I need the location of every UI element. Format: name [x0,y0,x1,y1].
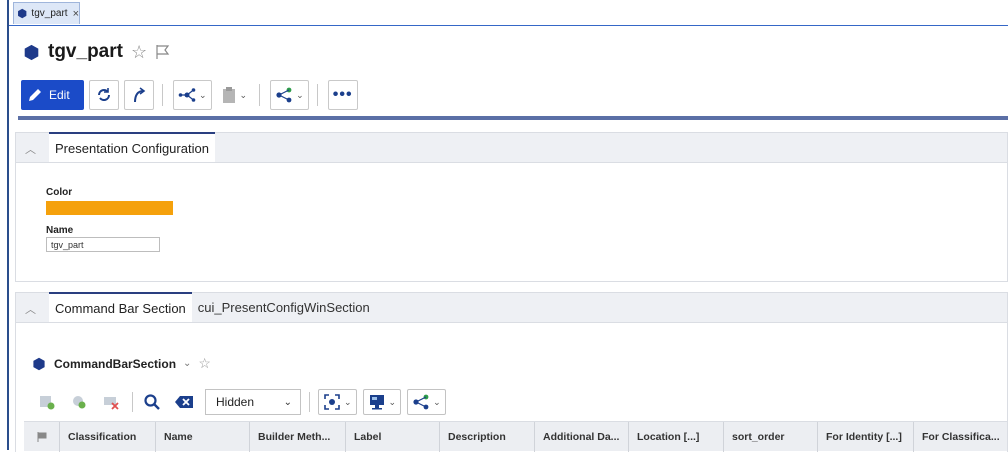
tab-command-bar-section[interactable]: Command Bar Section [49,292,192,322]
favorite-star-icon[interactable]: ☆ [198,355,211,372]
undo-link-button[interactable] [124,80,154,110]
chevron-down-icon: ⌄ [296,89,304,100]
focus-icon [324,394,340,410]
monitor-icon [369,395,384,410]
column-header[interactable]: For Classifica... [914,422,1004,452]
toolbar-separator [162,84,163,106]
flag-icon[interactable] [155,44,171,60]
share-nodes-icon [276,87,292,103]
favorite-star-icon[interactable]: ☆ [131,42,147,63]
collapse-chevron-icon[interactable]: ︿ [25,301,36,317]
toolbar-separator [316,84,318,106]
visibility-select-value: Hidden [216,395,255,409]
arc-arrow-icon [134,87,146,103]
structure-menu-button[interactable]: ⌄ [173,80,212,110]
hexagon-icon [33,357,45,370]
window-left-border [7,0,9,450]
command-bar-section-title: CommandBarSection ⌄ ☆ [32,355,211,372]
search-icon [144,394,160,410]
add-row-button[interactable] [36,391,58,413]
clear-icon [175,396,193,408]
tab-presentation-configuration[interactable]: Presentation Configuration [49,132,215,162]
close-tab-icon[interactable]: × [73,8,79,20]
edit-button[interactable]: Edit [21,80,84,110]
clipboard-icon [222,87,235,103]
share-nodes-icon [413,394,429,410]
column-header[interactable]: Builder Meth... [250,421,346,452]
tab-cui-present-config-win-section[interactable]: cui_PresentConfigWinSection [192,292,376,322]
display-menu-button[interactable]: ⌄ [362,389,402,415]
column-header[interactable]: Name [156,421,250,452]
chevron-down-icon[interactable]: ⌄ [183,358,191,369]
column-header[interactable]: Additional Da... [535,421,629,452]
toolbar-separator [309,392,310,412]
column-header[interactable]: Location [...] [629,421,724,452]
chevron-down-icon: ⌄ [199,89,207,100]
flag-icon [37,431,46,442]
delete-row-button[interactable] [100,391,122,413]
view-options-button[interactable]: ⌄ [318,389,357,415]
chevron-down-icon: ⌄ [433,396,441,407]
network-icon [178,88,196,102]
column-header[interactable]: Description [440,421,535,452]
section-object-title: CommandBarSection [54,356,177,371]
page-title: tgv_part [48,41,123,62]
chevron-down-icon: ⌄ [283,396,292,408]
toolbar-separator [259,84,261,106]
row-flag-column[interactable] [24,421,60,452]
document-tab-strip: tgv_part × [9,0,1008,26]
section-header: ︿ Command Bar Section cui_PresentConfigW… [16,292,1007,323]
visibility-select[interactable]: Hidden ⌄ [205,389,301,415]
grid-toolbar: Hidden ⌄ ⌄ ⌄ ⌄ [36,388,452,416]
hexagon-icon [24,44,39,60]
column-header[interactable]: Label [346,421,440,452]
more-actions-button[interactable]: ••• [327,80,358,110]
remove-row-icon [104,397,119,410]
document-tab-label: tgv_part [31,8,68,19]
refresh-icon [98,88,110,101]
page-header: tgv_part ☆ [23,38,171,66]
command-bar-section: ︿ Command Bar Section cui_PresentConfigW… [15,292,1008,452]
collapse-chevron-icon[interactable]: ︿ [25,141,36,157]
refresh-button[interactable] [89,80,119,110]
clipboard-menu-button[interactable]: ⌄ [216,80,252,110]
toolbar-separator [132,392,133,412]
section-header: ︿ Presentation Configuration [16,132,1007,163]
add-child-button[interactable] [68,391,90,413]
column-header[interactable]: Classification [60,421,156,452]
grid-header-row: Classification Name Builder Meth... Labe… [24,421,1007,452]
pencil-icon [29,89,41,101]
add-gear-icon [73,396,86,409]
chevron-down-icon: ⌄ [388,396,397,407]
presentation-configuration-section: ︿ Presentation Configuration Color Name … [15,132,1008,282]
name-field[interactable]: tgv_part [46,237,160,252]
chevron-down-icon: ⌄ [239,89,248,100]
color-swatch[interactable] [46,201,173,215]
name-label: Name [46,225,74,236]
main-toolbar: Edit ⌄ ⌄ ⌄ ••• [18,76,1008,120]
column-header[interactable]: For Identity [...] [818,421,914,452]
edit-button-label: Edit [49,88,70,102]
search-button[interactable] [141,391,163,413]
chevron-down-icon: ⌄ [344,396,352,407]
add-table-icon [40,396,55,410]
hexagon-icon [18,8,27,19]
share-menu-button[interactable]: ⌄ [270,80,309,110]
toolbar-underline [18,116,1008,120]
column-header[interactable]: sort_order [724,421,818,452]
clear-filter-button[interactable] [173,391,195,413]
document-tab[interactable]: tgv_part × [13,2,80,24]
more-icon: ••• [332,86,353,103]
color-label: Color [46,187,73,198]
share-menu-button[interactable]: ⌄ [407,389,446,415]
